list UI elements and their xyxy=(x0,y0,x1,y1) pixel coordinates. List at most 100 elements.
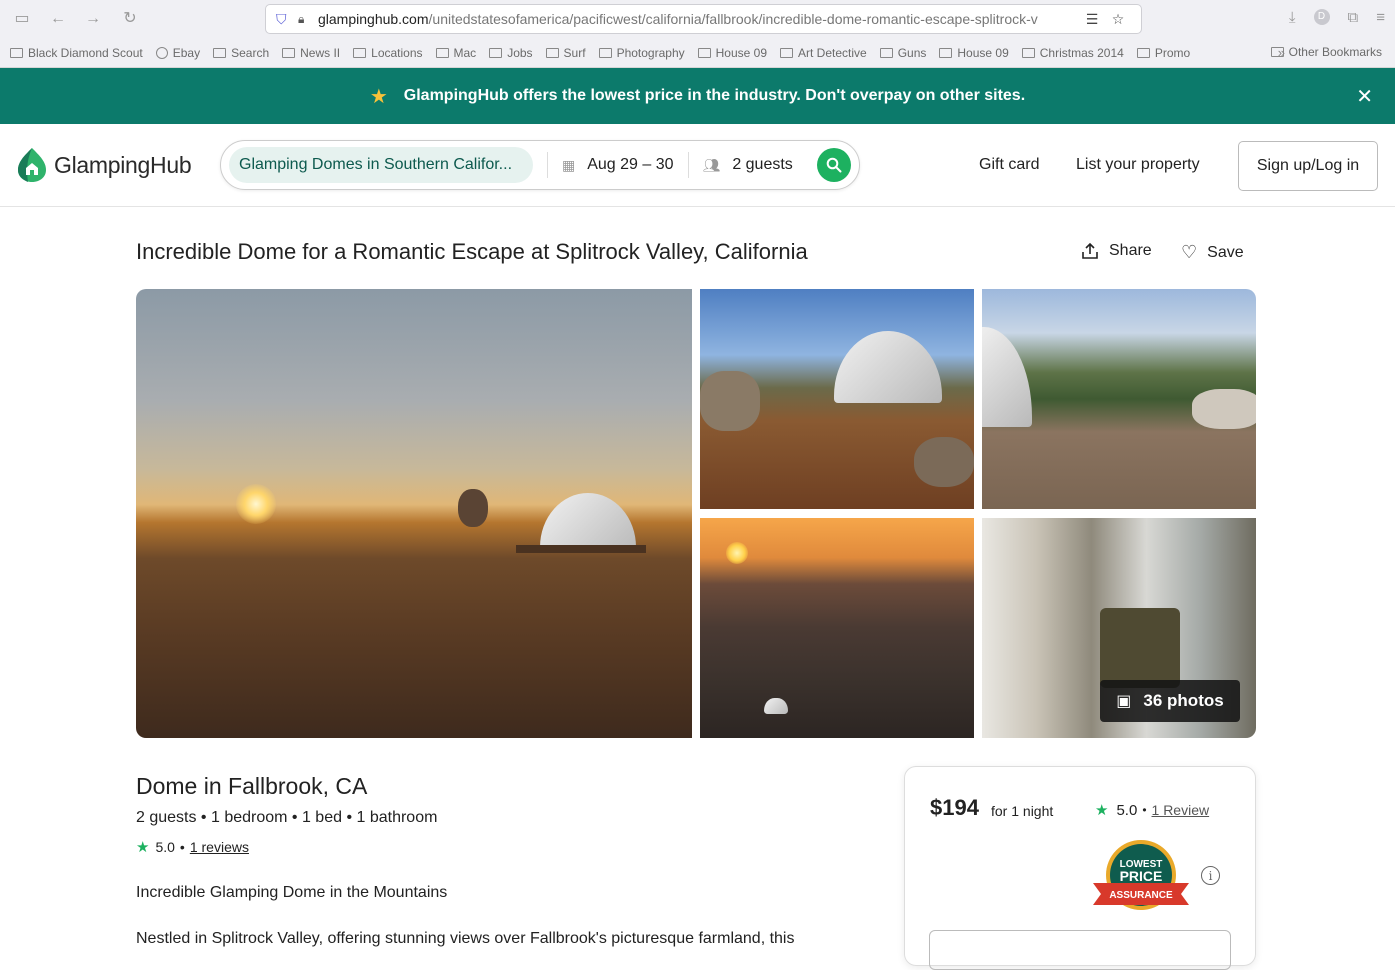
divider xyxy=(547,152,548,178)
back-icon[interactable]: ← xyxy=(48,9,68,29)
folder-icon xyxy=(1136,48,1150,58)
card-rating: ★ 5.0 • 1 Review xyxy=(1095,801,1210,820)
bookmark-item[interactable]: Black Diamond Scout xyxy=(10,46,143,60)
promo-banner: ★ GlampingHub offers the lowest price in… xyxy=(0,68,1395,124)
bookmark-label: House 09 xyxy=(715,46,767,60)
folder-icon xyxy=(598,48,612,58)
page-title: Incredible Dome for a Romantic Escape at… xyxy=(136,239,808,264)
lock-icon: 🔒︎ xyxy=(298,11,305,26)
logo[interactable]: GlampingHub xyxy=(14,146,192,184)
bookmark-item[interactable]: Mac xyxy=(435,46,476,60)
download-icon[interactable]: ⤓ xyxy=(1289,9,1296,26)
bookmark-item[interactable]: Surf xyxy=(545,46,586,60)
bookmark-item[interactable]: Christmas 2014 xyxy=(1021,46,1124,60)
forward-icon[interactable]: → xyxy=(83,9,103,29)
folder-icon xyxy=(353,48,367,58)
dome xyxy=(982,327,1032,427)
gift-card-link[interactable]: Gift card xyxy=(979,156,1039,174)
browser-chrome: ▭ ← → ↻ ⛉ 🔒︎ glampinghub.com/unitedstate… xyxy=(0,0,1395,68)
signup-button[interactable]: Sign up/Log in xyxy=(1238,141,1378,191)
separator-dot: • xyxy=(179,839,185,855)
globe-icon xyxy=(155,47,168,59)
banner-text: GlampingHub offers the lowest price in t… xyxy=(403,87,1026,104)
url-domain: glampinghub.com xyxy=(318,11,429,27)
reload-icon[interactable]: ↻ xyxy=(120,9,140,29)
dates-field[interactable]: ▦ Aug 29 – 30 xyxy=(562,156,674,174)
photo-3[interactable] xyxy=(982,289,1256,509)
extensions-icon[interactable]: ⧉ xyxy=(1348,9,1359,26)
bookmark-item[interactable]: Search xyxy=(213,46,269,60)
bookmark-label: Photography xyxy=(616,46,685,60)
rating-value: 5.0 xyxy=(1116,801,1138,819)
folder-icon xyxy=(879,48,893,58)
bookmarks-bar: Black Diamond Scout Ebay Search News II Loca… xyxy=(0,38,1395,68)
search-bar[interactable]: Glamping Domes in Southern Califor... ▦ … xyxy=(220,140,860,190)
bookmark-label: Promo xyxy=(1154,46,1191,60)
address-bar[interactable]: ⛉ 🔒︎ glampinghub.com/unitedstatesofameri… xyxy=(265,4,1142,34)
photo-4[interactable] xyxy=(700,518,974,738)
bookmark-item[interactable]: Locations xyxy=(353,46,423,60)
bookmark-label: Other Bookmarks xyxy=(1288,45,1382,59)
bookmark-item[interactable]: Art Detective xyxy=(780,46,867,60)
divider xyxy=(687,152,689,178)
separator-dot: • xyxy=(1142,803,1147,817)
photo-main[interactable] xyxy=(136,289,692,738)
folder-icon xyxy=(545,48,559,58)
bookmark-item[interactable]: Ebay xyxy=(155,46,201,60)
bookmark-label: Christmas 2014 xyxy=(1039,46,1124,60)
price: $194 xyxy=(930,795,979,820)
guests-field[interactable]: 👥︎ 2 guests xyxy=(703,156,793,174)
star-icon: ★ xyxy=(1095,802,1109,819)
listing-tagline: Incredible Glamping Dome in the Mountain… xyxy=(136,884,448,901)
star-icon: ★ xyxy=(369,85,388,108)
bookmark-other[interactable]: Other Bookmarks xyxy=(1270,45,1382,59)
rating-value: 5.0 xyxy=(155,839,175,855)
info-icon[interactable]: i xyxy=(1201,866,1220,885)
folder-icon xyxy=(1270,47,1284,57)
bookmark-star-icon[interactable]: ☆ xyxy=(1105,11,1131,28)
search-button[interactable] xyxy=(817,148,851,182)
menu-icon[interactable]: ≡ xyxy=(1376,9,1385,26)
sun xyxy=(236,484,276,524)
listing-description: Nestled in Splitrock Valley, offering st… xyxy=(136,930,795,947)
photo-2[interactable] xyxy=(700,289,974,509)
deck xyxy=(516,545,646,553)
bookmark-label: News II xyxy=(300,46,341,60)
show-all-photos-button[interactable]: ▣ 36 photos xyxy=(1100,680,1240,722)
dome xyxy=(764,698,788,714)
bookmark-label: Art Detective xyxy=(798,46,867,60)
photo-gallery: ▣ 36 photos xyxy=(136,289,1256,738)
close-icon[interactable]: ✕ xyxy=(1356,84,1373,109)
bookmark-label: Jobs xyxy=(507,46,533,60)
list-property-link[interactable]: List your property xyxy=(1076,156,1200,174)
location-field[interactable]: Glamping Domes in Southern Califor... xyxy=(229,147,533,183)
bookmark-label: Ebay xyxy=(172,46,201,60)
photos-count: 36 photos xyxy=(1143,691,1224,710)
url-path: /unitedstatesofamerica/pacificwest/calif… xyxy=(428,11,1038,27)
bookmark-item[interactable]: News II xyxy=(282,46,340,60)
lowest-price-badge: LOWEST PRICE ASSURANCE xyxy=(1093,840,1189,910)
bookmark-item[interactable]: Promo xyxy=(1136,46,1191,60)
bookmark-item[interactable]: Photography xyxy=(598,46,685,60)
save-button[interactable]: ♡ Save xyxy=(1181,242,1244,263)
sidebar-toggle-icon[interactable]: ▭ xyxy=(12,9,32,29)
sun xyxy=(726,542,748,564)
bookmark-label: Locations xyxy=(371,46,423,60)
reviews-link[interactable]: 1 reviews xyxy=(190,839,249,855)
url-text[interactable]: glampinghub.com/unitedstatesofamerica/pa… xyxy=(318,11,1079,27)
reader-view-icon[interactable]: ☰ xyxy=(1079,11,1105,28)
review-link[interactable]: 1 Review xyxy=(1152,802,1210,818)
date-selector[interactable] xyxy=(929,930,1231,970)
folder-icon xyxy=(435,48,449,58)
bookmark-item[interactable]: Jobs xyxy=(489,46,533,60)
bookmark-item[interactable]: House 09 xyxy=(697,46,767,60)
dome xyxy=(834,331,942,403)
bookmark-item[interactable]: House 09 xyxy=(939,46,1009,60)
folder-icon xyxy=(282,48,296,58)
profile-avatar[interactable]: D xyxy=(1313,9,1330,25)
folder-icon xyxy=(1021,48,1035,58)
shield-icon[interactable]: ⛉ xyxy=(276,11,298,28)
share-button[interactable]: Share xyxy=(1081,242,1152,260)
bookmark-item[interactable]: Guns xyxy=(879,46,927,60)
bookmark-label: Guns xyxy=(897,46,927,60)
